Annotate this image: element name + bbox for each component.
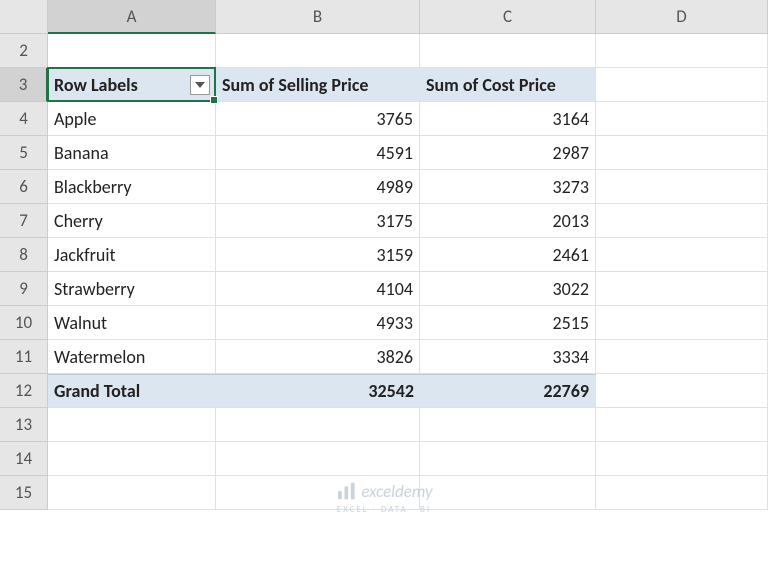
row-header-15[interactable]: 15	[0, 476, 48, 510]
spreadsheet-grid: A B C D 2 3 Row Labels Sum of Selling Pr…	[0, 0, 768, 510]
column-header-B[interactable]: B	[216, 0, 420, 34]
pivot-row-cost[interactable]: 2987	[420, 136, 596, 170]
pivot-row-selling[interactable]: 4989	[216, 170, 420, 204]
pivot-row-selling[interactable]: 3175	[216, 204, 420, 238]
cell-D8[interactable]	[596, 238, 768, 272]
pivot-row-label[interactable]: Watermelon	[48, 340, 216, 374]
cell-C2[interactable]	[420, 34, 596, 68]
cell-D3[interactable]	[596, 68, 768, 102]
pivot-row-label[interactable]: Walnut	[48, 306, 216, 340]
cell-C14[interactable]	[420, 442, 596, 476]
pivot-filter-button[interactable]	[190, 75, 210, 95]
pivot-row-selling[interactable]: 4104	[216, 272, 420, 306]
pivot-rowlabels-header[interactable]: Row Labels	[48, 68, 216, 102]
row-header-8[interactable]: 8	[0, 238, 48, 272]
cell-B2[interactable]	[216, 34, 420, 68]
pivot-grandtotal-cost[interactable]: 22769	[420, 374, 596, 408]
row-header-10[interactable]: 10	[0, 306, 48, 340]
cell-D15[interactable]	[596, 476, 768, 510]
row-header-11[interactable]: 11	[0, 340, 48, 374]
pivot-grandtotal-selling[interactable]: 32542	[216, 374, 420, 408]
pivot-grandtotal-label[interactable]: Grand Total	[48, 374, 216, 408]
row-header-4[interactable]: 4	[0, 102, 48, 136]
pivot-row-label[interactable]: Blackberry	[48, 170, 216, 204]
pivot-row-label[interactable]: Banana	[48, 136, 216, 170]
pivot-row-cost[interactable]: 3022	[420, 272, 596, 306]
cell-B15[interactable]	[216, 476, 420, 510]
row-header-6[interactable]: 6	[0, 170, 48, 204]
row-header-14[interactable]: 14	[0, 442, 48, 476]
cell-A2[interactable]	[48, 34, 216, 68]
cell-D7[interactable]	[596, 204, 768, 238]
pivot-row-cost[interactable]: 2013	[420, 204, 596, 238]
pivot-row-selling[interactable]: 4933	[216, 306, 420, 340]
pivot-row-selling[interactable]: 4591	[216, 136, 420, 170]
cell-D4[interactable]	[596, 102, 768, 136]
pivot-row-cost[interactable]: 3334	[420, 340, 596, 374]
pivot-row-cost[interactable]: 3164	[420, 102, 596, 136]
pivot-row-label[interactable]: Jackfruit	[48, 238, 216, 272]
cell-A15[interactable]	[48, 476, 216, 510]
pivot-row-selling[interactable]: 3765	[216, 102, 420, 136]
cell-D10[interactable]	[596, 306, 768, 340]
pivot-row-label[interactable]: Strawberry	[48, 272, 216, 306]
row-header-3[interactable]: 3	[0, 68, 48, 102]
pivot-row-selling[interactable]: 3826	[216, 340, 420, 374]
row-header-9[interactable]: 9	[0, 272, 48, 306]
cell-D5[interactable]	[596, 136, 768, 170]
pivot-row-selling[interactable]: 3159	[216, 238, 420, 272]
pivot-row-cost[interactable]: 2461	[420, 238, 596, 272]
column-header-A[interactable]: A	[48, 0, 216, 34]
row-header-5[interactable]: 5	[0, 136, 48, 170]
pivot-rowlabels-text: Row Labels	[54, 74, 138, 96]
cell-D2[interactable]	[596, 34, 768, 68]
cell-D12[interactable]	[596, 374, 768, 408]
row-header-7[interactable]: 7	[0, 204, 48, 238]
row-header-12[interactable]: 12	[0, 374, 48, 408]
cell-A14[interactable]	[48, 442, 216, 476]
cell-D13[interactable]	[596, 408, 768, 442]
pivot-row-cost[interactable]: 3273	[420, 170, 596, 204]
cell-A13[interactable]	[48, 408, 216, 442]
cell-B13[interactable]	[216, 408, 420, 442]
select-all-corner[interactable]	[0, 0, 48, 34]
cell-D14[interactable]	[596, 442, 768, 476]
chevron-down-icon	[195, 82, 205, 88]
cell-D11[interactable]	[596, 340, 768, 374]
cell-B14[interactable]	[216, 442, 420, 476]
pivot-row-cost[interactable]: 2515	[420, 306, 596, 340]
column-header-C[interactable]: C	[420, 0, 596, 34]
pivot-sumcost-header[interactable]: Sum of Cost Price	[420, 68, 596, 102]
pivot-row-label[interactable]: Apple	[48, 102, 216, 136]
cell-C15[interactable]	[420, 476, 596, 510]
cell-D9[interactable]	[596, 272, 768, 306]
row-header-13[interactable]: 13	[0, 408, 48, 442]
pivot-sumselling-header[interactable]: Sum of Selling Price	[216, 68, 420, 102]
cell-D6[interactable]	[596, 170, 768, 204]
column-header-D[interactable]: D	[596, 0, 768, 34]
pivot-row-label[interactable]: Cherry	[48, 204, 216, 238]
cell-C13[interactable]	[420, 408, 596, 442]
row-header-2[interactable]: 2	[0, 34, 48, 68]
